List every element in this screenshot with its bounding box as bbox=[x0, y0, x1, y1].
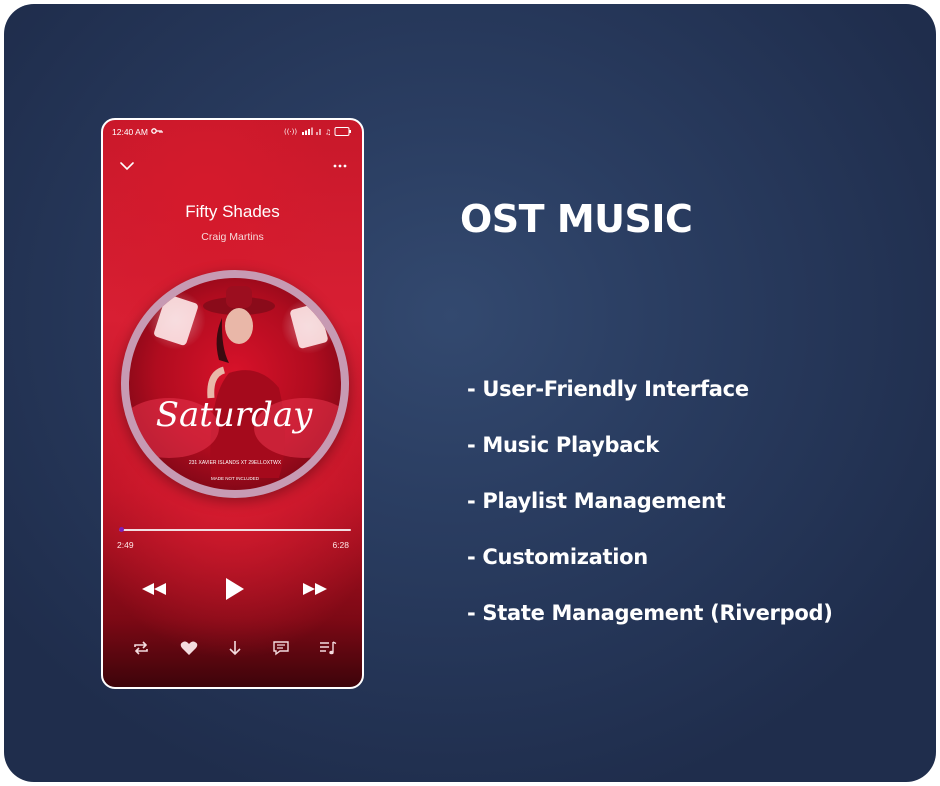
feature-item: - State Management (Riverpod) bbox=[467, 601, 833, 625]
stage-light-right bbox=[281, 298, 337, 354]
comment-icon[interactable] bbox=[272, 640, 290, 656]
album-art: Saturday 231 XAVIER ISLANDS XT 29ELLOXTW… bbox=[129, 278, 341, 490]
status-bar: 12:40 AM ((·)) ♫ bbox=[103, 126, 362, 140]
signal-battery-icons: ((·)) ♫ bbox=[284, 127, 351, 137]
album-disc: Saturday 231 XAVIER ISLANDS XT 29ELLOXTW… bbox=[121, 270, 349, 498]
fast-forward-icon[interactable] bbox=[302, 581, 328, 597]
feature-item: - User-Friendly Interface bbox=[467, 377, 749, 401]
repeat-icon[interactable] bbox=[132, 640, 150, 656]
feature-item: - Playlist Management bbox=[467, 489, 726, 513]
key-icon bbox=[151, 128, 163, 134]
album-address: 231 XAVIER ISLANDS XT 29ELLOXTWX bbox=[189, 460, 282, 466]
album-footnote: MADE NOT INCLUDED bbox=[211, 476, 260, 481]
promo-card: 12:40 AM ((·)) ♫ Fifty Shades Craig Mart… bbox=[4, 4, 936, 782]
album-script-text: Saturday bbox=[156, 395, 313, 435]
feature-item: - Customization bbox=[467, 545, 648, 569]
feature-item: - Music Playback bbox=[467, 433, 659, 457]
heart-icon[interactable] bbox=[180, 640, 198, 656]
song-title: Fifty Shades bbox=[185, 202, 280, 221]
play-icon[interactable] bbox=[222, 577, 246, 601]
svg-text:((·)): ((·)) bbox=[284, 128, 297, 136]
download-icon[interactable] bbox=[226, 640, 244, 656]
time-elapsed: 2:49 bbox=[117, 540, 134, 550]
progress-bar[interactable] bbox=[119, 529, 351, 531]
time-total: 6:28 bbox=[332, 540, 349, 550]
stage-light-left bbox=[146, 290, 206, 350]
more-horizontal-icon[interactable] bbox=[332, 161, 348, 171]
feature-list: - User-Friendly Interface - Music Playba… bbox=[467, 374, 833, 654]
phone-mockup: 12:40 AM ((·)) ♫ Fifty Shades Craig Mart… bbox=[101, 118, 364, 689]
playlist-icon[interactable] bbox=[319, 640, 337, 656]
album-art-illustration: Saturday 231 XAVIER ISLANDS XT 29ELLOXTW… bbox=[129, 286, 341, 481]
app-headline: OST MUSIC bbox=[460, 197, 693, 241]
song-artist: Craig Martins bbox=[201, 231, 264, 243]
status-time: 12:40 AM bbox=[112, 127, 148, 137]
chevron-down-icon[interactable] bbox=[119, 160, 135, 172]
svg-text:♫: ♫ bbox=[325, 129, 331, 137]
rewind-icon[interactable] bbox=[141, 581, 167, 597]
progress-knob[interactable] bbox=[119, 527, 125, 532]
